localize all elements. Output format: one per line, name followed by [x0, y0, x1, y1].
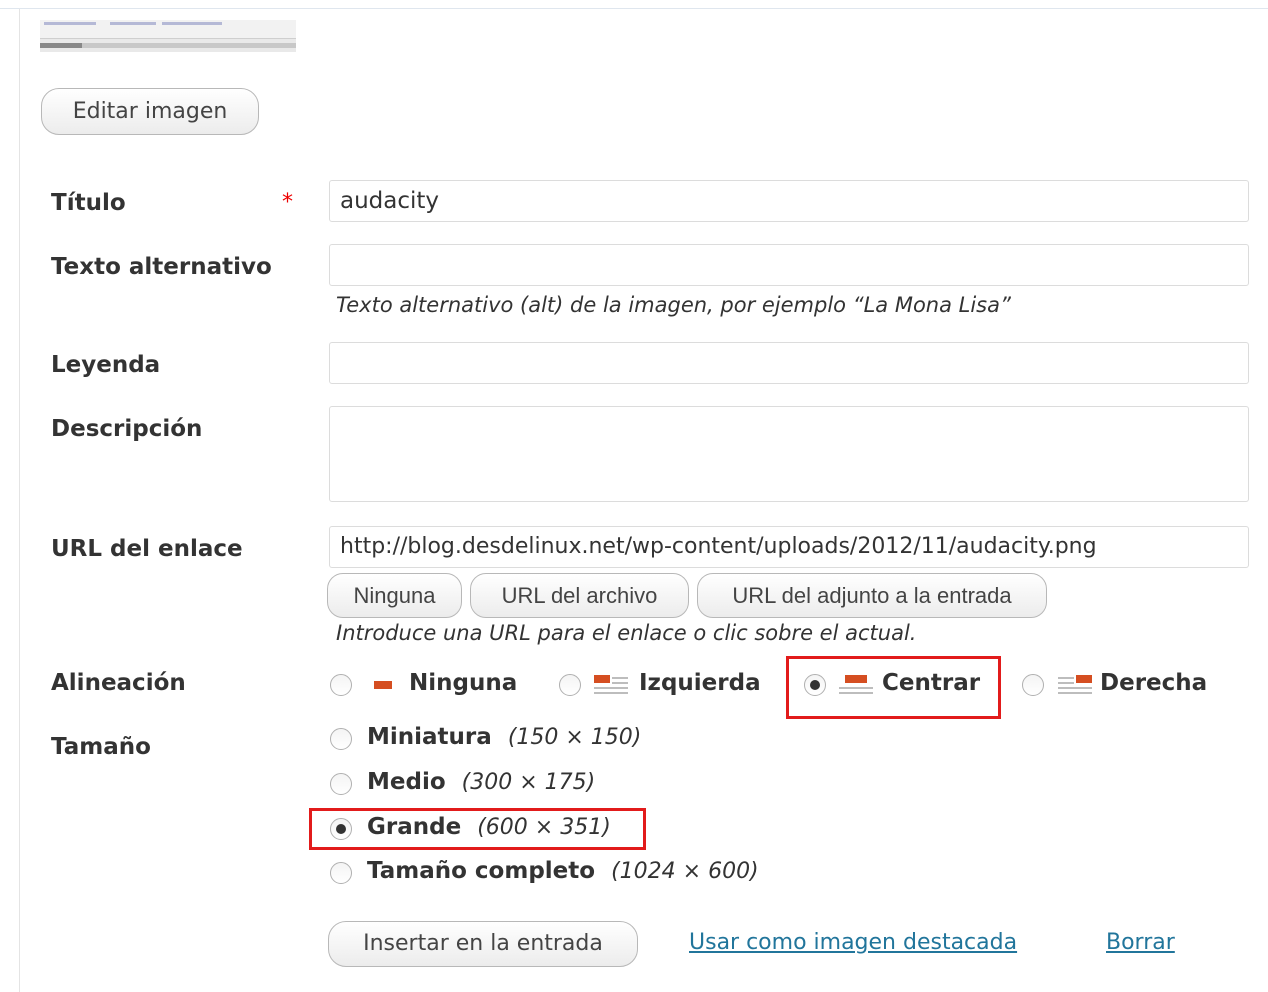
left-divider: [19, 9, 20, 992]
link-url-input[interactable]: http://blog.desdelinux.net/wp-content/up…: [329, 526, 1249, 568]
align-left-radio[interactable]: [559, 674, 581, 696]
required-asterisk: *: [282, 190, 293, 215]
delete-link[interactable]: Borrar: [1106, 930, 1175, 955]
alt-text-help: Texto alternativo (alt) de la imagen, po…: [336, 293, 1011, 317]
align-none-icon: [366, 674, 400, 696]
size-full-dims: (1024 × 600): [611, 859, 759, 884]
image-thumbnail: [40, 20, 296, 52]
link-file-url-button[interactable]: URL del archivo: [470, 573, 689, 618]
align-right-label: Derecha: [1100, 670, 1208, 696]
size-medium-radio[interactable]: [330, 773, 352, 795]
size-medium-dims: (300 × 175): [461, 770, 596, 795]
align-left-icon: [594, 674, 628, 696]
description-textarea[interactable]: [329, 406, 1249, 502]
link-attachment-url-button[interactable]: URL del adjunto a la entrada: [697, 573, 1047, 618]
align-none-radio[interactable]: [330, 674, 352, 696]
size-thumbnail-label: Miniatura: [367, 724, 492, 750]
align-left-label: Izquierda: [639, 670, 761, 696]
link-url-help: Introduce una URL para el enlace o clic …: [336, 621, 917, 645]
caption-label: Leyenda: [51, 352, 161, 378]
link-none-button[interactable]: Ninguna: [327, 573, 462, 618]
size-full-radio[interactable]: [330, 862, 352, 884]
size-full-option: Tamaño completo (1024 × 600): [367, 858, 759, 884]
title-label: Título: [51, 190, 126, 216]
description-label: Descripción: [51, 416, 203, 442]
highlight-box-large: [309, 808, 646, 850]
title-input[interactable]: audacity: [329, 180, 1249, 222]
set-featured-image-link[interactable]: Usar como imagen destacada: [689, 930, 1017, 955]
alt-text-input[interactable]: [329, 244, 1249, 286]
size-medium-label: Medio: [367, 769, 446, 795]
align-right-radio[interactable]: [1022, 674, 1044, 696]
size-full-label: Tamaño completo: [367, 858, 596, 884]
align-right-icon: [1058, 674, 1092, 696]
insert-into-post-button[interactable]: Insertar en la entrada: [328, 921, 638, 967]
highlight-box-center: [786, 656, 1001, 719]
size-medium-option: Medio (300 × 175): [367, 769, 595, 795]
edit-image-button[interactable]: Editar imagen: [41, 88, 259, 135]
alt-text-label: Texto alternativo: [51, 254, 272, 280]
top-divider: [0, 8, 1268, 9]
link-url-label: URL del enlace: [51, 536, 243, 562]
size-thumbnail-dims: (150 × 150): [507, 725, 642, 750]
alignment-label: Alineación: [51, 670, 186, 696]
size-label: Tamaño: [51, 734, 151, 760]
size-thumbnail-radio[interactable]: [330, 728, 352, 750]
align-none-label: Ninguna: [409, 670, 518, 696]
caption-input[interactable]: [329, 342, 1249, 384]
size-thumbnail-option: Miniatura (150 × 150): [367, 724, 641, 750]
